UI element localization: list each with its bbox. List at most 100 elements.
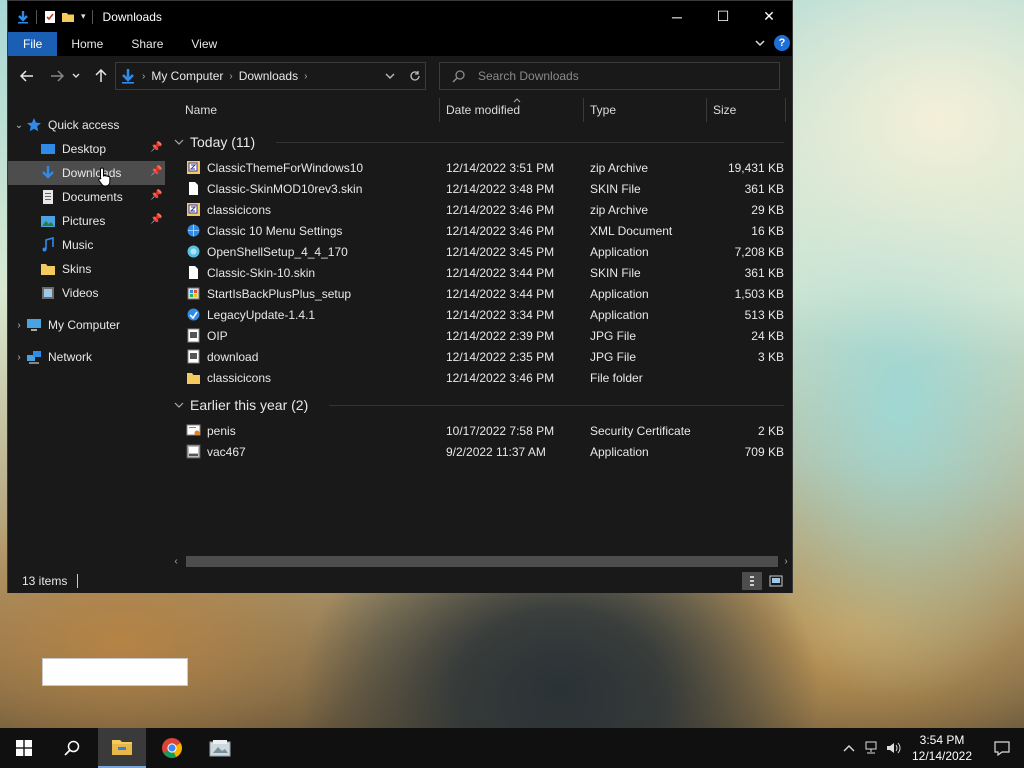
file-row[interactable]: download 12/14/2022 2:35 PM JPG File 3 KB — [166, 346, 786, 367]
nav-item-downloads[interactable]: Downloads 📌 — [8, 161, 165, 185]
tab-file[interactable]: File — [8, 32, 58, 56]
scrollbar-thumb[interactable] — [186, 556, 778, 567]
group-header-earlier[interactable]: Earlier this year (2) — [174, 394, 308, 416]
file-row[interactable]: OIP 12/14/2022 2:39 PM JPG File 24 KB — [166, 325, 786, 346]
file-row[interactable]: classicicons 12/14/2022 3:46 PM File folde… — [166, 367, 786, 388]
file-name-cell[interactable]: Classic-SkinMOD10rev3.skin — [186, 178, 441, 199]
taskbar-chrome[interactable] — [148, 728, 196, 768]
nav-item-network[interactable]: › Network — [12, 345, 169, 369]
address-bar[interactable]: › My Computer › Downloads › — [115, 62, 426, 90]
file-name-cell[interactable]: classicicons — [186, 367, 441, 388]
file-type: Application — [590, 307, 649, 322]
column-header-type[interactable]: Type — [582, 96, 706, 124]
file-row[interactable]: LegacyUpdate-1.4.1 12/14/2022 3:34 PM Appl… — [166, 304, 786, 325]
system-clock[interactable]: 3:54 PM 12/14/2022 — [904, 732, 980, 764]
action-center-button[interactable] — [980, 728, 1024, 768]
details-view-button[interactable] — [742, 572, 762, 590]
qat-dropdown-icon[interactable]: ▾ — [81, 11, 86, 22]
nav-item-documents[interactable]: Documents 📌 — [8, 185, 165, 209]
zip-icon — [186, 202, 207, 217]
properties-icon[interactable] — [43, 10, 57, 24]
group-title: Earlier this year (2) — [190, 397, 309, 413]
refresh-icon[interactable] — [409, 70, 421, 82]
file-name-cell[interactable]: ClassicThemeForWindows10 — [186, 157, 441, 178]
desktop-rename-box[interactable] — [42, 658, 188, 686]
close-button[interactable]: ✕ — [746, 1, 792, 32]
breadcrumb-my-computer[interactable]: My Computer — [151, 69, 223, 83]
column-header-size[interactable]: Size — [705, 96, 785, 124]
taskbar-app[interactable] — [196, 728, 244, 768]
scroll-right-icon[interactable]: › — [780, 553, 792, 569]
tab-share[interactable]: Share — [117, 32, 177, 56]
expand-chevron-icon[interactable]: › — [12, 320, 26, 331]
column-divider[interactable] — [785, 98, 786, 122]
file-name-cell[interactable]: LegacyUpdate-1.4.1 — [186, 304, 441, 325]
file-name-cell[interactable]: OpenShellSetup_4_4_170 — [186, 241, 441, 262]
tab-view[interactable]: View — [177, 32, 231, 56]
file-name-cell[interactable]: penis — [186, 420, 441, 441]
search-box[interactable]: Search Downloads — [439, 62, 780, 90]
show-hidden-icons-icon[interactable] — [838, 728, 860, 768]
volume-icon[interactable] — [882, 728, 904, 768]
column-header-date[interactable]: Date modified — [438, 96, 583, 124]
file-name-cell[interactable]: download — [186, 346, 441, 367]
file-name-cell[interactable]: StartIsBackPlusPlus_setup — [186, 283, 441, 304]
file-name: OIP — [207, 328, 228, 343]
file-row[interactable]: vac467 9/2/2022 11:37 AM Application 709 KB — [166, 441, 786, 462]
group-header-today[interactable]: Today (11) — [174, 131, 255, 153]
file-row[interactable]: Classic-SkinMOD10rev3.skin 12/14/2022 3:4… — [166, 178, 786, 199]
file-row[interactable]: StartIsBackPlusPlus_setup 12/14/2022 3:44… — [166, 283, 786, 304]
file-name-cell[interactable]: OIP — [186, 325, 441, 346]
breadcrumb-downloads[interactable]: Downloads — [239, 69, 298, 83]
search-taskbar-button[interactable] — [48, 728, 96, 768]
nav-label: Pictures — [62, 214, 106, 228]
expand-chevron-icon[interactable]: ⌄ — [12, 120, 26, 131]
large-icons-view-button[interactable] — [766, 572, 786, 590]
title-bar[interactable]: ▾ Downloads ─ ☐ ✕ — [8, 1, 792, 32]
file-row[interactable]: ClassicThemeForWindows10 12/14/2022 3:51 … — [166, 157, 786, 178]
expand-ribbon-icon[interactable] — [754, 37, 766, 49]
nav-label: Videos — [62, 286, 99, 300]
download-arrow-icon — [122, 69, 134, 84]
file-row[interactable]: classicicons 12/14/2022 3:46 PM zip Archiv… — [166, 199, 786, 220]
installer-icon — [186, 286, 207, 301]
new-folder-icon[interactable] — [61, 10, 75, 24]
column-header-name[interactable]: Name — [177, 96, 439, 124]
back-button[interactable] — [15, 64, 39, 88]
forward-button[interactable] — [45, 64, 69, 88]
chrome-icon — [162, 738, 182, 758]
nav-item-videos[interactable]: Videos — [8, 281, 165, 305]
file-name-cell[interactable]: vac467 — [186, 441, 441, 462]
file-row[interactable]: OpenShellSetup_4_4_170 12/14/2022 3:45 PM… — [166, 241, 786, 262]
nav-item-music[interactable]: Music — [8, 233, 165, 257]
recent-locations-button[interactable] — [69, 64, 83, 88]
tab-home[interactable]: Home — [57, 32, 117, 56]
search-input[interactable]: Search Downloads — [478, 69, 579, 83]
nav-item-pictures[interactable]: Pictures 📌 — [8, 209, 165, 233]
horizontal-scrollbar[interactable]: ‹ › — [170, 553, 792, 569]
file-name: classicicons — [207, 202, 272, 217]
nav-quick-access[interactable]: ⌄ Quick access — [12, 113, 169, 137]
maximize-button[interactable]: ☐ — [700, 1, 746, 32]
minimize-button[interactable]: ─ — [654, 1, 700, 32]
nav-item-my-computer[interactable]: › My Computer — [12, 313, 169, 337]
file-name-cell[interactable]: classicicons — [186, 199, 441, 220]
up-button[interactable] — [89, 64, 113, 88]
help-icon[interactable]: ? — [774, 35, 790, 51]
address-history-chevron-icon[interactable] — [385, 71, 395, 81]
scroll-left-icon[interactable]: ‹ — [170, 553, 182, 569]
view-switcher — [742, 572, 786, 590]
expand-chevron-icon[interactable]: › — [12, 352, 26, 363]
breadcrumb-separator[interactable]: › — [304, 71, 307, 82]
nav-item-desktop[interactable]: Desktop 📌 — [8, 137, 165, 161]
start-button[interactable] — [0, 728, 48, 768]
file-row[interactable]: Classic-Skin-10.skin 12/14/2022 3:44 PM SK… — [166, 262, 786, 283]
network-status-icon[interactable] — [860, 728, 882, 768]
window-title: Downloads — [102, 9, 162, 24]
file-name-cell[interactable]: Classic 10 Menu Settings — [186, 220, 441, 241]
nav-item-skins[interactable]: Skins — [8, 257, 165, 281]
file-row[interactable]: penis 10/17/2022 7:58 PM Security Certific… — [166, 420, 786, 441]
file-name-cell[interactable]: Classic-Skin-10.skin — [186, 262, 441, 283]
taskbar-file-explorer[interactable] — [98, 728, 146, 768]
file-row[interactable]: Classic 10 Menu Settings 12/14/2022 3:46 … — [166, 220, 786, 241]
